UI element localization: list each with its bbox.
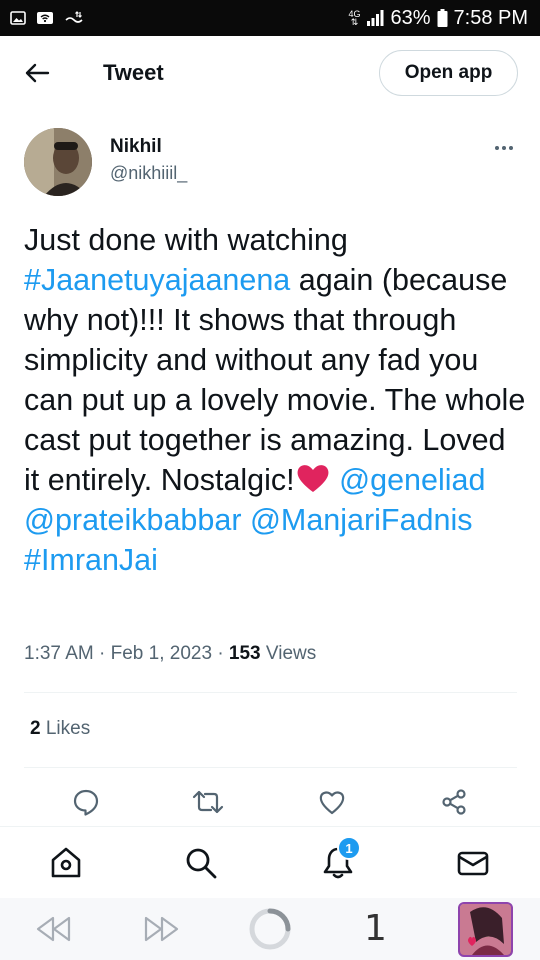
search-icon: [186, 848, 217, 879]
header: Tweet Open app: [0, 36, 540, 110]
views-count: 153: [228, 643, 261, 664]
more-dot-icon: [509, 146, 513, 150]
fast-forward-icon: [144, 916, 179, 942]
tweet-meta: 1:37 AM · Feb 1, 2023 · 153 Views: [24, 643, 316, 665]
tab-thumbnail-image: [460, 904, 511, 955]
tweet-text-part: again (because why not)!!! It shows that…: [24, 263, 526, 497]
author-name[interactable]: Nikhil: [110, 136, 162, 158]
more-dot-icon: [495, 146, 499, 150]
bottom-nav: [0, 826, 540, 898]
arrow-left-icon: [25, 63, 50, 83]
data-transfer-icon: [64, 11, 84, 25]
browser-forward-button[interactable]: [141, 914, 181, 944]
hashtag-link[interactable]: #Jaanetuyajaanena: [24, 263, 290, 297]
likes-label: Likes: [45, 718, 91, 739]
home-icon: [51, 847, 81, 878]
red-heart-emoji-icon: [297, 465, 329, 492]
clock: 7:58 PM: [453, 6, 528, 29]
hotspot-icon: [36, 11, 54, 25]
messages-icon: [457, 851, 489, 876]
battery-percent: 63%: [390, 6, 431, 29]
rewind-icon: [36, 916, 71, 942]
more-dot-icon: [502, 146, 506, 150]
reply-icon: [73, 789, 99, 816]
like-icon: [319, 791, 345, 815]
more-options-button[interactable]: [490, 138, 518, 158]
nav-messages[interactable]: [455, 845, 491, 881]
divider: [24, 692, 517, 693]
like-button[interactable]: [316, 786, 348, 818]
network-type: 4G ⇅: [348, 9, 361, 27]
likes-summary[interactable]: 2 Likes: [30, 718, 90, 740]
tweet-text: Just done with watching #Jaanetuyajaanen…: [24, 220, 529, 580]
likes-count: 2: [30, 718, 41, 739]
retweet-button[interactable]: [192, 786, 224, 818]
mention-link[interactable]: @prateikbabbar: [24, 503, 241, 537]
page-title: Tweet: [103, 60, 164, 85]
avatar-image: [24, 128, 92, 196]
status-left: [10, 11, 84, 25]
retweet-icon: [192, 790, 224, 814]
nav-home[interactable]: [48, 845, 84, 881]
author-handle[interactable]: @nikhiiil_: [110, 163, 187, 184]
tweet-time[interactable]: 1:37 AM: [24, 643, 94, 664]
hashtag-link[interactable]: #ImranJai: [24, 543, 158, 577]
meta-separator: ·: [99, 643, 106, 664]
mention-link[interactable]: @geneliad: [339, 463, 485, 497]
back-button[interactable]: [22, 60, 52, 86]
battery-icon: [437, 9, 448, 27]
tweet-text-part: Just done with watching: [24, 223, 348, 257]
gallery-icon: [10, 11, 26, 25]
open-app-button[interactable]: Open app: [379, 50, 518, 96]
meta-separator: ·: [217, 643, 224, 664]
status-right: 4G ⇅ 63% 7:58 PM: [348, 7, 528, 30]
browser-loading-button[interactable]: [248, 907, 292, 951]
tab-count-button[interactable]: 1: [364, 908, 387, 949]
share-button[interactable]: [438, 786, 470, 818]
views-label: Views: [265, 643, 317, 664]
reply-button[interactable]: [70, 786, 102, 818]
notification-badge: 1: [337, 836, 361, 860]
avatar[interactable]: [24, 128, 92, 196]
tab-thumbnail[interactable]: [458, 902, 513, 957]
signal-icon: [366, 10, 384, 26]
browser-back-button[interactable]: [34, 914, 74, 944]
status-bar: 4G ⇅ 63% 7:58 PM: [0, 0, 540, 36]
tweet-actions: [0, 786, 540, 818]
share-icon: [442, 789, 466, 815]
nav-search[interactable]: [183, 845, 219, 881]
mention-link[interactable]: @ManjariFadnis: [250, 503, 473, 537]
divider: [24, 767, 517, 768]
tweet-date[interactable]: Feb 1, 2023: [111, 643, 212, 664]
loading-spinner-icon: [249, 908, 291, 950]
